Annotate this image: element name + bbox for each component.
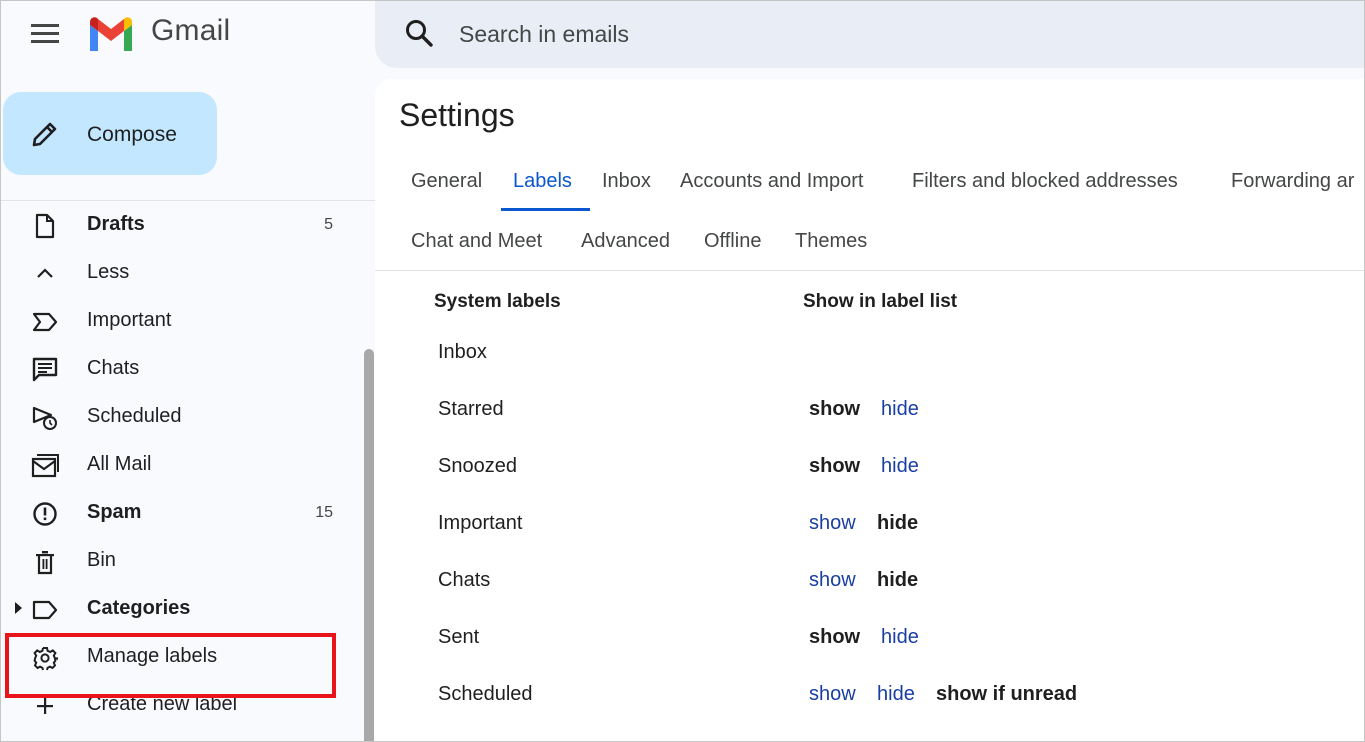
tabs-divider [375,270,1364,271]
sidebar-item-label: Drafts [87,213,145,235]
sidebar-item-label: Categories [87,597,191,619]
chevron-up-icon [37,268,53,278]
gmail-brand-name: Gmail [151,14,231,47]
search-button[interactable] [401,15,437,51]
sidebar-item-label: Spam [87,501,142,523]
all-mail-icon [31,454,59,478]
compose-button[interactable]: Compose [3,92,217,175]
label-row-sent: Sent [438,626,480,648]
pencil-icon [32,122,57,147]
tab-chat-and-meet[interactable]: Chat and Meet [411,230,542,253]
search-icon [406,20,433,47]
tab-labels[interactable]: Labels [513,170,572,193]
sidebar-item-label: Manage labels [87,645,218,667]
tab-advanced[interactable]: Advanced [581,230,670,253]
sidebar-item-manage-labels[interactable]: Manage labels [1,633,351,681]
tab-filters-and-blocked-addresses[interactable]: Filters and blocked addresses [912,170,1178,193]
snoozed-hide-link[interactable]: hide [881,455,919,478]
tab-general[interactable]: General [411,170,482,193]
sidebar-item-count: 5 [324,216,333,233]
main-menu-button[interactable] [26,17,64,49]
draft-icon [35,213,55,239]
label-row-starred: Starred [438,398,504,420]
sidebar-item-all-mail[interactable]: All Mail [1,441,351,489]
important-icon [32,312,58,332]
sidebar-item-scheduled[interactable]: Scheduled [1,393,351,441]
tab-offline[interactable]: Offline [704,230,761,253]
sidebar-item-bin[interactable]: Bin [1,537,351,585]
active-tab-indicator [501,208,590,211]
starred-hide-link[interactable]: hide [881,398,919,421]
label-row-scheduled: Scheduled [438,683,533,705]
sidebar-item-label: Important [87,309,172,331]
label-row-snoozed: Snoozed [438,455,517,477]
sidebar-item-create-new-label[interactable]: Create new label [1,681,351,729]
gmail-logo-icon[interactable] [87,15,135,51]
settings-panel: Settings General Labels Inbox Accounts a… [375,79,1364,741]
page-title: Settings [399,97,515,133]
search-bar [375,1,1364,68]
scheduled-show-if-unread-option: show if unread [936,683,1078,705]
sidebar-item-drafts[interactable]: Drafts 5 [1,201,351,249]
expand-arrow-icon[interactable] [15,602,22,614]
scheduled-hide-link[interactable]: hide [877,683,915,706]
bin-icon [36,551,54,575]
scheduled-icon [32,406,57,430]
scheduled-show-link[interactable]: show [809,683,856,706]
plus-icon [37,698,53,714]
sidebar-item-label: Bin [87,549,116,571]
starred-show-option: show [809,398,861,420]
show-in-label-list-header: Show in label list [803,291,958,312]
tab-themes[interactable]: Themes [795,230,867,253]
hamburger-icon [31,24,59,43]
spam-icon [33,502,57,526]
label-row-chats: Chats [438,569,491,591]
sidebar-item-label: All Mail [87,453,152,475]
sidebar-item-count: 15 [315,504,333,521]
sidebar-scrollbar[interactable] [364,349,374,741]
sidebar-item-chats[interactable]: Chats [1,345,351,393]
chat-icon [32,357,58,382]
compose-label: Compose [87,123,177,146]
sidebar-item-important[interactable]: Important [1,297,351,345]
sidebar-item-spam[interactable]: Spam 15 [1,489,351,537]
important-show-link[interactable]: show [809,512,856,535]
label-row-important: Important [438,512,523,534]
sidebar-item-label: Chats [87,357,140,379]
system-labels-header: System labels [434,291,561,312]
sidebar-item-label: Scheduled [87,405,182,427]
label-row-inbox: Inbox [438,341,487,363]
sent-show-option: show [809,626,861,648]
tab-accounts-and-import[interactable]: Accounts and Import [680,170,863,193]
label-icon [32,600,58,620]
snoozed-show-option: show [809,455,861,477]
sidebar-item-less[interactable]: Less [1,249,351,297]
chats-hide-option: hide [877,569,919,591]
sent-hide-link[interactable]: hide [881,626,919,649]
important-hide-option: hide [877,512,919,534]
gear-icon [33,647,58,671]
chats-show-link[interactable]: show [809,569,856,592]
sidebar-item-label: Less [87,261,130,283]
tab-forwarding[interactable]: Forwarding ar [1231,170,1354,193]
tab-inbox[interactable]: Inbox [602,170,651,193]
gmail-window: Gmail Compose Drafts 5 Less Important Ch… [0,0,1365,742]
sidebar-item-categories[interactable]: Categories [1,585,351,633]
search-input[interactable] [459,17,1339,51]
sidebar-item-label: Create new label [87,693,238,715]
